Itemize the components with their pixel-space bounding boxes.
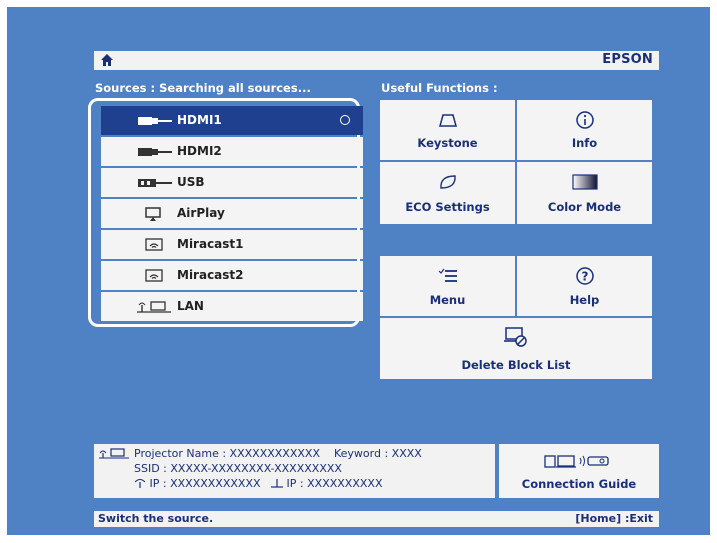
menu-icon — [438, 268, 457, 282]
color-mode-label: Color Mode — [547, 200, 622, 214]
wireless-ip-value: XXXXXXXXXXXX — [170, 477, 261, 490]
source-item-miracast2[interactable]: Miracast2 — [101, 261, 363, 290]
source-item-miracast1[interactable]: Miracast1 — [101, 230, 363, 259]
wireless-ip-label: IP : — [149, 477, 167, 490]
keyword-label: Keyword : — [333, 447, 389, 460]
info-icon — [575, 111, 594, 129]
source-item-usb[interactable]: USB — [101, 168, 363, 197]
keystone-icon — [438, 114, 457, 127]
hdmi-icon — [138, 148, 172, 156]
source-label: HDMI2 — [177, 144, 222, 158]
wireless-icon — [134, 479, 146, 488]
connection-guide-label: Connection Guide — [521, 477, 637, 491]
useful-functions-label: Useful Functions : — [381, 81, 498, 95]
miracast-icon — [145, 269, 163, 282]
delete-block-list-button[interactable]: Delete Block List — [380, 318, 652, 379]
source-item-airplay[interactable]: AirPlay — [101, 199, 363, 228]
usb-icon — [138, 179, 172, 187]
source-item-hdmi2[interactable]: HDMI2 — [101, 137, 363, 166]
header-bar: EPSON — [94, 51, 659, 70]
menu-label: Menu — [429, 293, 466, 307]
color-mode-button[interactable]: Color Mode — [517, 162, 652, 224]
source-list: HDMI1 HDMI2 USB AirPlay Miracast1 Miraca… — [88, 98, 363, 327]
info-label: Info — [571, 136, 598, 150]
home-exit-hint: [Home] :Exit — [575, 512, 653, 525]
projector-home-screen: EPSON Sources : Searching all sources...… — [7, 7, 710, 535]
wired-ip-label: IP : — [286, 477, 304, 490]
source-label: AirPlay — [177, 206, 225, 220]
connection-guide-button[interactable]: Connection Guide — [499, 444, 659, 498]
help-icon: ? — [575, 267, 594, 285]
block-list-icon — [504, 327, 527, 347]
source-item-hdmi1[interactable]: HDMI1 — [101, 106, 363, 135]
connection-guide-icon — [544, 455, 609, 468]
source-label: LAN — [177, 299, 204, 313]
ssid-label: SSID : — [134, 462, 167, 475]
ssid-value: XXXXX-XXXXXXXX-XXXXXXXXX — [170, 462, 342, 475]
help-label: Help — [569, 293, 600, 307]
keystone-button[interactable]: Keystone — [380, 100, 515, 160]
lan-icon — [99, 448, 129, 459]
eco-settings-button[interactable]: ECO Settings — [380, 162, 515, 224]
projector-name-label: Projector Name : — [134, 447, 227, 460]
delete-block-list-label: Delete Block List — [461, 358, 571, 372]
source-item-lan[interactable]: LAN — [101, 292, 363, 321]
info-button[interactable]: Info — [517, 100, 652, 160]
keyword-value: XXXX — [391, 447, 422, 460]
source-label: Miracast2 — [177, 268, 244, 282]
home-icon[interactable] — [100, 53, 114, 67]
projector-name-value: XXXXXXXXXXXX — [229, 447, 320, 460]
airplay-icon — [145, 207, 161, 221]
lan-icon — [137, 301, 171, 313]
svg-text:?: ? — [581, 270, 588, 284]
wired-ip-value: XXXXXXXXXX — [307, 477, 383, 490]
help-button[interactable]: ? Help — [517, 256, 652, 316]
selected-indicator — [340, 115, 350, 125]
leaf-icon — [439, 175, 456, 189]
network-info-panel: Projector Name : XXXXXXXXXXXX Keyword : … — [94, 444, 495, 498]
source-label: Miracast1 — [177, 237, 244, 251]
hdmi-icon — [138, 117, 172, 125]
source-label: USB — [177, 175, 205, 189]
miracast-icon — [145, 238, 163, 251]
sources-label: Sources : Searching all sources... — [95, 81, 311, 95]
wired-icon — [271, 479, 284, 488]
color-mode-icon — [571, 174, 598, 190]
status-hint: Switch the source. — [98, 512, 214, 525]
keystone-label: Keystone — [417, 136, 478, 150]
source-label: HDMI1 — [177, 113, 222, 127]
eco-settings-label: ECO Settings — [405, 200, 490, 214]
brand-logo: EPSON — [602, 52, 653, 67]
menu-button[interactable]: Menu — [380, 256, 515, 316]
status-bar: Switch the source. [Home] :Exit — [94, 511, 659, 527]
